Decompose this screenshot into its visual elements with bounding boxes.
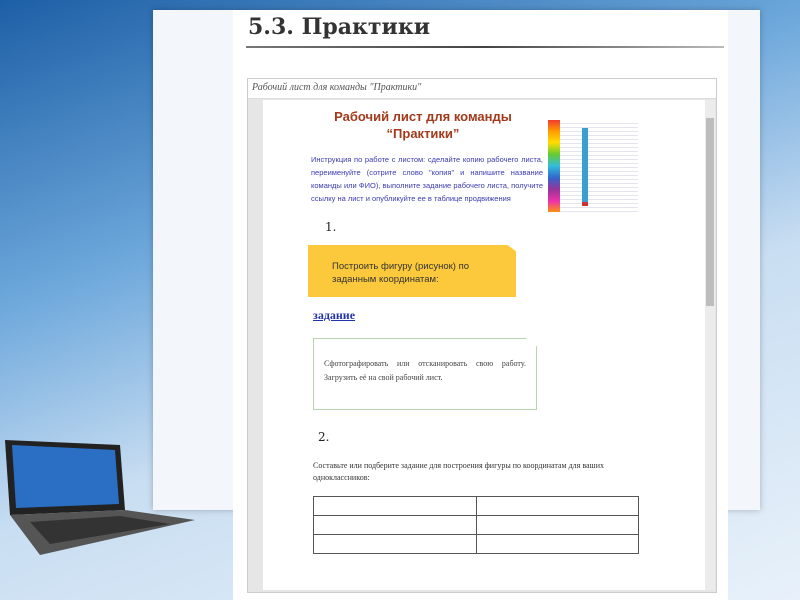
frame-header: Рабочий лист для команды "Практики" (248, 79, 716, 99)
vertical-scrollbar[interactable] (705, 100, 715, 590)
title-divider (246, 46, 724, 48)
scrollbar-thumb[interactable] (706, 118, 714, 306)
table-cell[interactable] (313, 496, 477, 516)
notebook-pencil-image (548, 120, 638, 212)
answer-table (313, 496, 639, 554)
table-cell[interactable] (475, 534, 639, 554)
task-callout: Построить фигуру (рисунок) по заданным к… (308, 245, 516, 297)
table-cell[interactable] (313, 515, 477, 535)
task2-text: Составьте или подберите задание для пост… (313, 461, 604, 482)
document-page: Рабочий лист для команды “Практики” Инстр… (263, 100, 706, 590)
heading-line: “Практики” (386, 126, 460, 141)
page-title: 5.3. Практики (248, 14, 431, 40)
pencil-icon (582, 128, 588, 206)
table-cell[interactable] (475, 496, 639, 516)
step-number: 2. (318, 430, 330, 444)
embedded-document-frame: Рабочий лист для команды "Практики" Рабо… (247, 78, 717, 593)
table-row (313, 496, 639, 516)
step-number: 1. (325, 220, 337, 234)
task-link[interactable]: задание (313, 308, 355, 323)
table-cell[interactable] (475, 515, 639, 535)
heading-line: Рабочий лист для команды (334, 109, 512, 124)
table-row (313, 534, 639, 554)
instructions-text: Инструкция по работе с листом: сделайте … (311, 155, 543, 203)
table-row (313, 515, 639, 535)
document-heading: Рабочий лист для команды “Практики” (303, 108, 543, 142)
table-cell[interactable] (313, 534, 477, 554)
upload-note: Сфотографировать или отсканировать свою … (313, 338, 537, 410)
